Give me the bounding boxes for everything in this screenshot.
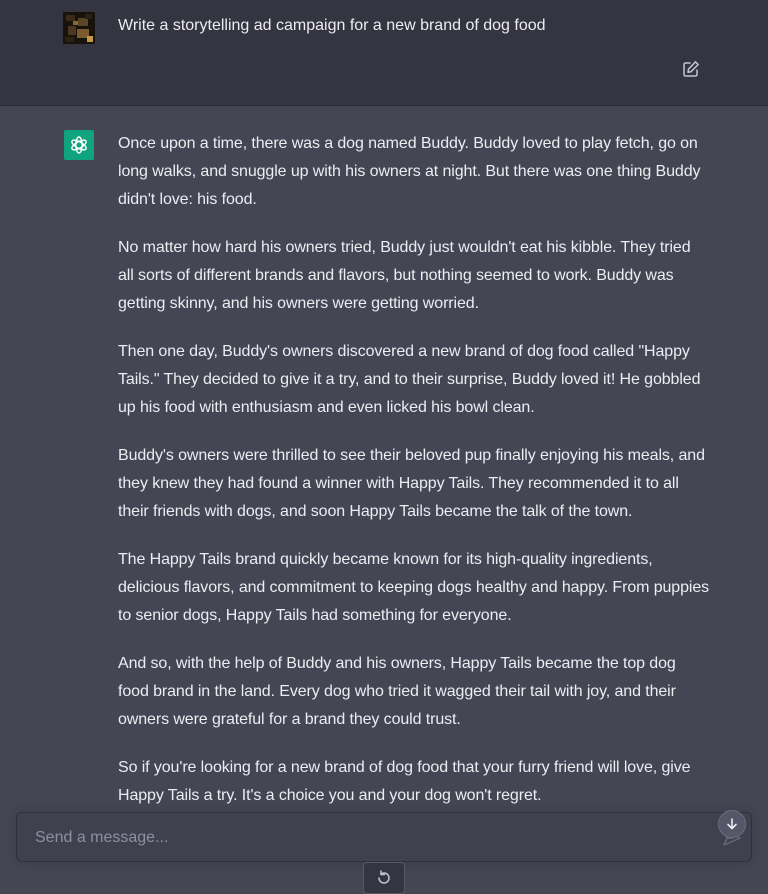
response-paragraph: And so, with the help of Buddy and his o… [118, 655, 676, 728]
user-avatar-image [63, 12, 95, 44]
response-paragraph: No matter how hard his owners tried, Bud… [118, 239, 691, 312]
user-avatar [63, 12, 95, 44]
response-paragraph: Then one day, Buddy's owners discovered … [118, 343, 701, 416]
openai-logo-icon [71, 136, 87, 154]
edit-icon [683, 61, 699, 77]
user-message-text: Write a storytelling ad campaign for a n… [118, 17, 546, 34]
response-paragraph: Buddy's owners were thrilled to see thei… [118, 447, 705, 520]
assistant-avatar [64, 130, 94, 160]
user-message-row: Write a storytelling ad campaign for a n… [0, 0, 768, 106]
arrow-down-icon [727, 818, 737, 830]
message-composer [16, 812, 752, 862]
edit-message-button[interactable] [682, 60, 700, 78]
response-paragraph: So if you're looking for a new brand of … [118, 759, 691, 804]
response-paragraph: The Happy Tails brand quickly became kno… [118, 551, 710, 624]
response-paragraph: Once upon a time, there was a dog named … [118, 135, 701, 208]
scroll-to-bottom-button[interactable] [718, 810, 746, 838]
message-input[interactable] [33, 827, 697, 849]
regenerate-button[interactable] [363, 862, 405, 894]
assistant-response: Once upon a time, there was a dog named … [118, 130, 710, 830]
regenerate-icon [378, 870, 390, 884]
assistant-message-row: Once upon a time, there was a dog named … [0, 106, 768, 879]
